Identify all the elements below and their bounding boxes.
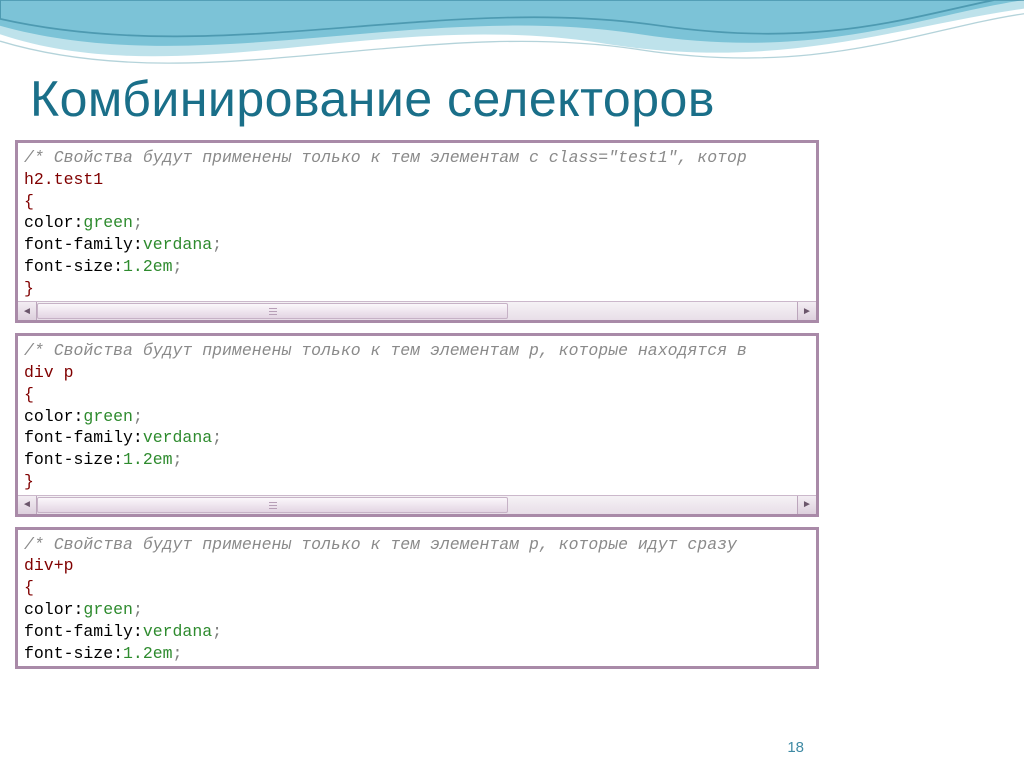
code-block-0: /* Свойства будут применены только к тем… [15,140,819,323]
horizontal-scrollbar[interactable]: ◄► [18,301,816,320]
scroll-thumb[interactable] [37,303,508,319]
code-block-1: /* Свойства будут применены только к тем… [15,333,819,516]
code-area: /* Свойства будут применены только к тем… [18,336,816,494]
code-block-2: /* Свойства будут применены только к тем… [15,527,819,670]
scroll-left-button[interactable]: ◄ [18,496,37,514]
code-area: /* Свойства будут применены только к тем… [18,143,816,301]
scroll-track[interactable] [37,302,797,320]
scroll-track[interactable] [37,496,797,514]
slide-content: /* Свойства будут применены только к тем… [15,140,819,748]
code-area: /* Свойства будут применены только к тем… [18,530,816,667]
horizontal-scrollbar[interactable]: ◄► [18,495,816,514]
scroll-right-button[interactable]: ► [797,302,816,320]
scroll-left-button[interactable]: ◄ [18,302,37,320]
slide-title: Комбинирование селекторов [30,70,715,128]
scroll-right-button[interactable]: ► [797,496,816,514]
page-number: 18 [787,739,804,756]
scroll-thumb[interactable] [37,497,508,513]
